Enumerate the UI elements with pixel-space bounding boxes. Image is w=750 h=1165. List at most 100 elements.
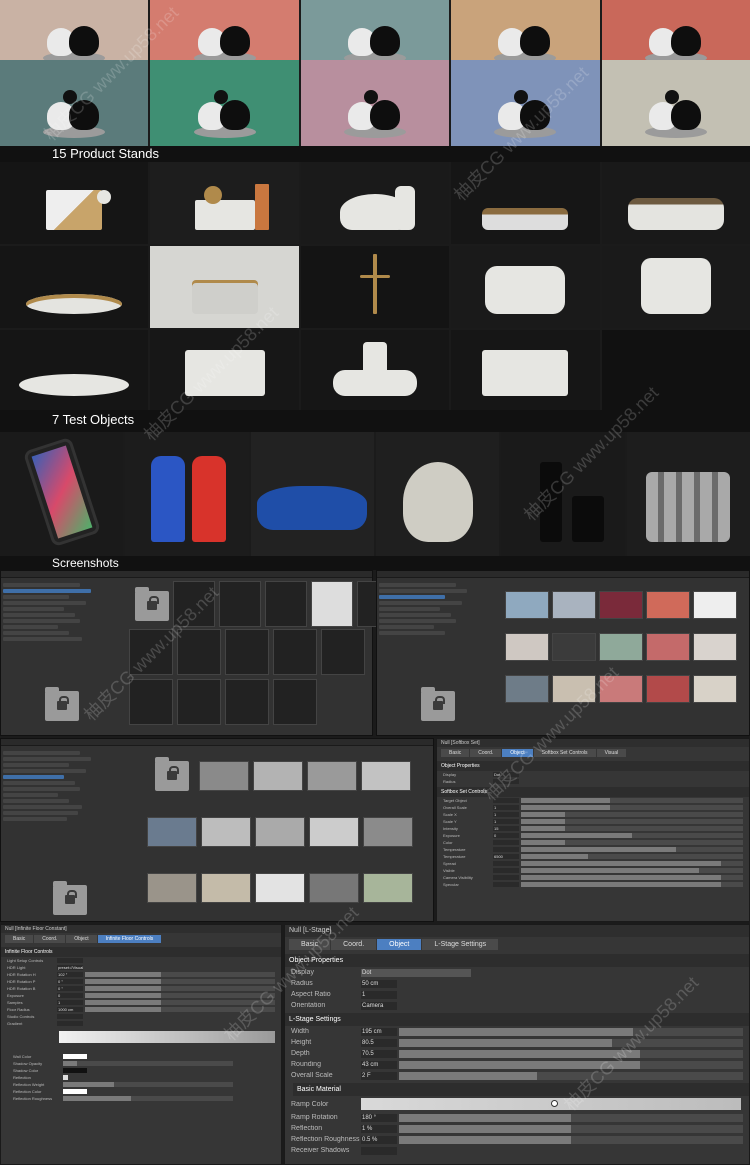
thumbnail[interactable] — [309, 817, 359, 847]
locked-folder-icon[interactable] — [53, 881, 87, 915]
locked-folder-icon[interactable] — [421, 687, 455, 721]
thumbnail[interactable] — [599, 675, 643, 703]
property-slider[interactable] — [399, 1038, 743, 1047]
tab-basic[interactable]: Basic — [5, 935, 34, 943]
property-value-field[interactable]: 0 — [57, 993, 83, 998]
thumbnail[interactable] — [646, 591, 690, 619]
tab-coord[interactable]: Coord. — [34, 935, 66, 943]
property-value-field[interactable]: 1 — [361, 990, 397, 999]
property-value-field[interactable]: 80.5 — [361, 1038, 397, 1047]
property-value-field[interactable]: 1 % — [361, 1124, 397, 1133]
thumbnail[interactable] — [599, 591, 643, 619]
thumbnail[interactable] — [309, 873, 359, 903]
property-value-field[interactable] — [493, 798, 519, 803]
property-value-field[interactable]: 1000 cm — [57, 1007, 83, 1012]
locked-folder-icon[interactable] — [45, 687, 79, 721]
property-slider[interactable] — [521, 812, 743, 817]
property-slider[interactable] — [399, 1027, 743, 1036]
thumbnail[interactable] — [265, 581, 307, 627]
property-value-field[interactable]: 0 ° — [57, 986, 83, 991]
window-titlebar[interactable] — [1, 739, 433, 746]
tab-softbox-controls[interactable]: Softbox Set Controls — [533, 749, 596, 757]
ramp-gradient[interactable] — [361, 1098, 741, 1110]
thumbnail[interactable] — [147, 817, 197, 847]
thumbnail[interactable] — [173, 581, 215, 627]
checkbox[interactable] — [63, 1075, 68, 1080]
property-value-field[interactable] — [493, 861, 519, 866]
tab-object[interactable]: Object — [502, 749, 533, 757]
thumbnail[interactable] — [505, 591, 549, 619]
property-slider[interactable] — [521, 875, 743, 880]
thumbnail[interactable] — [321, 629, 365, 675]
tab-object[interactable]: Object — [66, 935, 97, 943]
property-slider[interactable] — [521, 840, 743, 845]
property-slider[interactable] — [399, 1060, 743, 1069]
thumbnail[interactable] — [552, 675, 596, 703]
thumbnail[interactable] — [255, 873, 305, 903]
locked-folder-icon[interactable] — [155, 757, 189, 791]
thumbnail[interactable] — [253, 761, 303, 791]
thumbnail[interactable] — [199, 761, 249, 791]
property-value-field[interactable] — [493, 847, 519, 852]
property-slider[interactable] — [521, 868, 743, 873]
thumbnail[interactable] — [363, 873, 413, 903]
window-titlebar[interactable] — [377, 571, 749, 578]
property-slider[interactable] — [85, 1007, 275, 1012]
tab-l-stage-settings[interactable]: L-Stage Settings — [422, 939, 499, 950]
property-value-field[interactable]: 6500 — [493, 854, 519, 859]
thumbnail[interactable] — [363, 817, 413, 847]
property-slider[interactable] — [521, 882, 743, 887]
color-swatch[interactable] — [63, 1089, 87, 1094]
thumbnail[interactable] — [177, 629, 221, 675]
thumbnail[interactable] — [693, 675, 737, 703]
property-value-field[interactable] — [493, 875, 519, 880]
gradient-ramp[interactable] — [59, 1031, 275, 1043]
property-value-field[interactable]: 0 ° — [57, 979, 83, 984]
property-slider[interactable] — [521, 854, 743, 859]
property-slider[interactable] — [521, 819, 743, 824]
property-value-field[interactable] — [57, 1014, 83, 1019]
property-value-field[interactable] — [493, 868, 519, 873]
property-value-field[interactable] — [57, 1021, 83, 1026]
thumbnail[interactable] — [177, 679, 221, 725]
property-value-field[interactable] — [361, 1146, 397, 1155]
property-slider[interactable] — [399, 1124, 743, 1133]
property-value-field[interactable]: 0 — [493, 833, 519, 838]
thumbnail[interactable] — [201, 817, 251, 847]
tab-basic[interactable]: Basic — [289, 939, 331, 950]
property-slider[interactable] — [399, 1071, 743, 1080]
ramp-knot[interactable] — [551, 1100, 558, 1107]
thumbnail[interactable] — [552, 591, 596, 619]
thumbnail[interactable] — [505, 633, 549, 661]
color-swatch[interactable] — [63, 1054, 87, 1059]
thumbnail[interactable] — [255, 817, 305, 847]
display-dropdown[interactable]: Dot — [361, 968, 471, 977]
property-slider[interactable] — [85, 972, 275, 977]
thumbnail[interactable] — [646, 633, 690, 661]
property-value-field[interactable] — [493, 882, 519, 887]
property-value-field[interactable]: 1 — [493, 805, 519, 810]
thumbnail[interactable] — [219, 581, 261, 627]
property-slider[interactable] — [521, 805, 743, 810]
property-value-field[interactable]: 1 — [493, 819, 519, 824]
property-value-field[interactable]: 70.5 — [361, 1049, 397, 1058]
property-slider[interactable] — [85, 979, 275, 984]
property-value-field[interactable]: 43 cm — [361, 1060, 397, 1069]
thumbnail[interactable] — [693, 591, 737, 619]
thumbnail[interactable] — [311, 581, 353, 627]
property-slider[interactable] — [521, 861, 743, 866]
property-slider[interactable] — [521, 826, 743, 831]
property-value-field[interactable] — [57, 958, 83, 963]
property-value-field[interactable]: 102 ° — [57, 972, 83, 977]
property-slider[interactable] — [399, 1049, 743, 1058]
property-slider[interactable] — [399, 1135, 743, 1144]
property-slider[interactable] — [85, 993, 275, 998]
property-slider[interactable] — [521, 847, 743, 852]
thumbnail[interactable] — [646, 675, 690, 703]
property-value-field[interactable]: preset://Visual Light Suite — [57, 965, 83, 970]
thumbnail[interactable] — [273, 679, 317, 725]
thumbnail[interactable] — [129, 679, 173, 725]
property-value-field[interactable]: 180 ° — [361, 1113, 397, 1122]
tab-coord[interactable]: Coord. — [331, 939, 377, 950]
thumbnail[interactable] — [505, 675, 549, 703]
